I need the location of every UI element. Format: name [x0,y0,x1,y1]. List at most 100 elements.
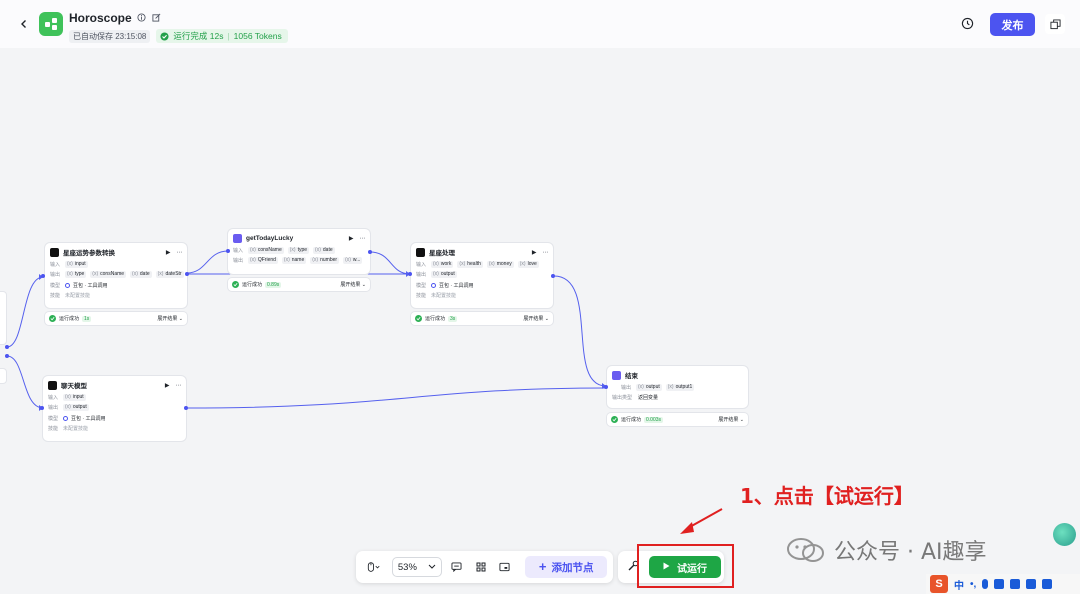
port-dot[interactable] [408,272,412,276]
node-process[interactable]: 星座处理 ▶ ··· 输入 (x) work (x) health (x) money (x)… [411,243,553,308]
node-convert-status: 运行成功 1s 展开结果 ⌄ [45,312,187,325]
add-node-button[interactable]: + 添加节点 [525,556,607,578]
success-icon [415,315,422,322]
annotation-highlight-box [637,544,734,588]
history-icon[interactable] [961,17,975,31]
layout-icon[interactable] [472,558,490,576]
model-label: 模型 [50,282,61,289]
start-node-stub-status[interactable] [0,369,6,383]
input-tag: input [72,393,84,400]
port-dot[interactable] [5,354,9,358]
port-dot[interactable] [5,345,9,349]
more-icon[interactable]: ··· [543,249,549,256]
input-tag: money [496,260,512,267]
more-icon[interactable]: ··· [360,235,366,242]
play-icon[interactable]: ▶ [532,249,537,256]
keyboard-icon[interactable] [994,579,1005,589]
input-label: 输入 [50,261,61,268]
port-dot[interactable] [185,272,189,276]
node-process-status: 运行成功 3s 展开结果 ⌄ [411,312,553,325]
comment-icon[interactable] [448,558,466,576]
node-llm-icon [50,247,59,257]
expand-result-button[interactable]: 展开结果 ⌄ [523,315,549,322]
expand-result-button[interactable]: 展开结果 ⌄ [340,281,366,288]
node-title: 星座运势参数转换 [63,250,115,257]
node-get-today-lucky[interactable]: getTodayLucky ▶ ··· 输入 (x) consName (x) type… [228,229,370,274]
port-dot[interactable] [226,249,230,253]
play-icon[interactable]: ▶ [349,235,354,242]
ime-toolbar: S 中 •, [926,574,1080,594]
watermark-text: 公众号 · AI趣享 [834,540,987,565]
port-dot[interactable] [551,274,555,278]
node-end-status: 运行成功 0.003s 展开结果 ⌄ [607,413,748,426]
toolbox-icon[interactable] [1042,579,1053,589]
port-dot[interactable] [40,406,44,410]
add-node-label: 添加节点 [551,561,594,574]
end-flag-icon [612,370,621,380]
skill-label: 技能 [48,426,59,433]
ime-punctuation[interactable]: •, [970,579,976,590]
success-icon [232,281,239,288]
shirt-icon[interactable] [1010,579,1021,589]
model-label: 模型 [48,415,59,422]
plugin-icon [233,233,242,243]
minimap-icon[interactable] [496,558,514,576]
output-tag: w... [352,257,361,264]
node-convert[interactable]: 星座运势参数转换 ▶ ··· 输入 (x) input 输出 (x) type (x) co… [45,243,187,308]
status-text: 运行成功 [242,282,263,288]
skill-value: 未配置技能 [63,426,89,433]
input-tag: health [467,260,481,267]
play-icon[interactable]: ▶ [166,249,171,256]
output-label: 输出 [48,405,59,412]
publish-button[interactable]: 发布 [990,13,1035,36]
input-tag: love [527,260,537,267]
skill-label: 技能 [416,293,427,300]
node-title: getTodayLucky [246,234,294,242]
status-time: 3s [448,315,458,322]
ime-language[interactable]: 中 [954,577,964,592]
input-tag: type [297,246,308,253]
expand-result-button[interactable]: 展开结果 ⌄ [157,315,183,322]
info-icon[interactable] [137,13,147,23]
back-icon[interactable] [16,16,32,32]
more-icon[interactable]: ··· [176,382,182,389]
status-time: 1s [82,315,92,322]
output-label: 输出 [50,272,61,279]
port-dot[interactable] [604,385,608,389]
play-icon[interactable]: ▶ [165,382,170,389]
status-time: 0.89s [265,281,282,288]
more-icon[interactable]: ··· [177,249,183,256]
token-count: 1056 Tokens [233,31,282,41]
port-dot[interactable] [368,250,372,254]
output-tag: output1 [675,383,693,390]
output-label: 输出 [621,384,632,391]
chevron-down-icon [428,562,436,573]
port-dot[interactable] [41,274,45,278]
watermark: 公众号 · AI趣享 [786,534,987,566]
expand-result-button[interactable]: 展开结果 ⌄ [718,416,744,423]
port-dot[interactable] [184,406,188,410]
output-tag: date [139,271,150,278]
node-lucky-status: 运行成功 0.89s 展开结果 ⌄ [228,278,370,291]
output-tag: type [74,271,85,278]
input-tag: input [74,260,86,267]
node-chat-model[interactable]: 聊天模型 ▶ ··· 输入 (x) input 输出 (x) output 模型 豆包 ·… [43,376,186,441]
microphone-icon[interactable] [982,579,989,589]
input-label: 输入 [416,261,427,268]
start-node-stub[interactable] [0,292,6,344]
run-status-text: 运行完成 12s [173,31,224,41]
autosave-label: 已自动保存 23:15:08 [69,29,151,43]
apps-grid-icon[interactable] [1026,579,1037,589]
ime-logo-icon[interactable]: S [930,575,948,593]
node-end[interactable]: 结束 输出 (x) output (x) output1 输出类型 返回变量 [607,366,748,408]
output-format-value: 返回变量 [638,395,659,402]
tutorial-annotation: 1、点击【试运行】 [740,484,914,508]
edit-icon[interactable] [152,13,162,23]
app-icon [39,12,63,36]
zoom-select[interactable]: 53% [391,557,442,577]
duplicate-icon[interactable] [1045,14,1065,34]
output-tag: consName [100,271,125,278]
mouse-mode-icon[interactable] [362,558,386,576]
output-tag: dateStr [165,271,182,278]
skill-label: 技能 [50,293,61,300]
